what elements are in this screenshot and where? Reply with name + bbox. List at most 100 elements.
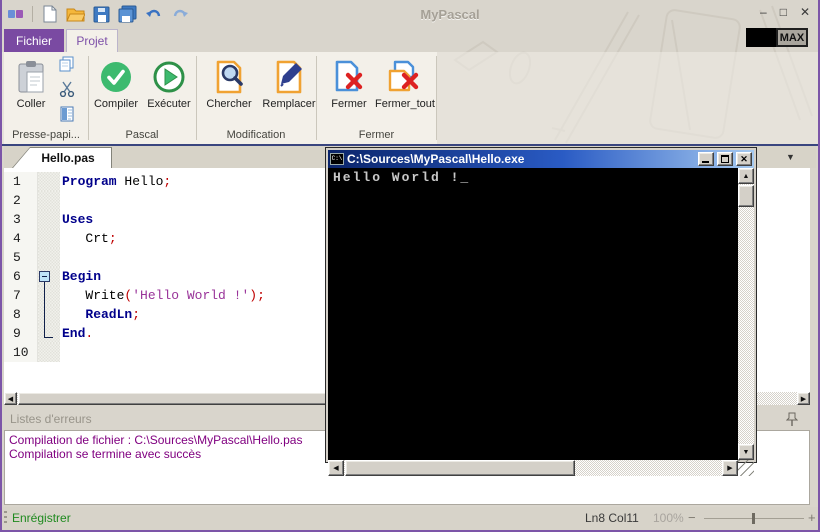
scroll-left-arrow[interactable]: ◀ (328, 460, 344, 476)
code-text: Program Hello; (60, 172, 171, 191)
group-separator (436, 56, 437, 140)
tab-projet[interactable]: Projet (66, 29, 118, 52)
code-text: Begin (60, 267, 101, 286)
console-close-button[interactable]: ✕ (736, 152, 752, 166)
console-maximize-button[interactable] (717, 152, 733, 166)
fermer-button[interactable]: Fermer (324, 56, 374, 124)
console-title: C:\Sources\MyPascal\Hello.exe (347, 152, 695, 166)
line-number: 6 (4, 267, 38, 286)
button-label: Remplacer (262, 98, 315, 110)
console-hscrollbar[interactable]: ◀ ▶ (328, 460, 738, 476)
title-bar: MyPascal – □ ✕ (0, 0, 820, 28)
fold-margin (38, 324, 60, 343)
statusbar-grip (4, 511, 7, 525)
line-number: 7 (4, 286, 38, 305)
scroll-right-arrow[interactable]: ▶ (797, 392, 810, 405)
tab-hello-pas[interactable]: Hello.pas (12, 147, 112, 168)
compiler-button[interactable]: Compiler (90, 56, 142, 124)
zoom-out-button[interactable]: − (688, 510, 696, 525)
fold-guide-line (44, 282, 45, 337)
max-toggle-button[interactable]: MAX (776, 28, 808, 47)
code-text: End. (60, 324, 93, 343)
mypascal-window: MyPascal – □ ✕ MAX Fichier Projet (0, 0, 820, 532)
group-label-pascal: Pascal (88, 129, 196, 141)
scroll-thumb[interactable] (345, 460, 575, 476)
console-title-bar[interactable]: C:\ C:\Sources\MyPascal\Hello.exe ✕ (328, 150, 754, 168)
fold-margin (38, 343, 60, 362)
line-number: 3 (4, 210, 38, 229)
coller-button[interactable]: Coller (8, 56, 54, 124)
fold-margin (38, 229, 60, 248)
button-label: Coller (17, 98, 46, 110)
console-output[interactable]: Hello World !_ (328, 168, 738, 460)
cmd-icon: C:\ (330, 153, 344, 165)
button-label: Fermer_tout (375, 98, 435, 110)
button-label: Compiler (94, 98, 138, 110)
button-label: Exécuter (147, 98, 190, 110)
cursor-position: Ln8 Col11 (585, 511, 639, 525)
app-logo-icon (8, 8, 24, 20)
group-separator (88, 56, 89, 140)
line-number: 1 (4, 172, 38, 191)
fold-margin (38, 172, 60, 191)
redo-icon[interactable] (171, 6, 189, 22)
close-all-docs-icon (386, 56, 424, 98)
toolbar-separator (32, 6, 33, 22)
window-controls: – □ ✕ (760, 5, 810, 19)
code-text (60, 248, 62, 267)
save-all-icon[interactable] (118, 5, 137, 23)
console-window[interactable]: C:\ C:\Sources\MyPascal\Hello.exe ✕ Hell… (325, 147, 757, 463)
scroll-left-arrow[interactable]: ◀ (4, 392, 17, 405)
open-folder-icon[interactable] (66, 5, 85, 23)
console-vscrollbar[interactable]: ▲ ▼ (738, 168, 754, 460)
button-label: Chercher (206, 98, 251, 110)
close-doc-icon (331, 56, 367, 98)
zoom-slider-thumb[interactable] (752, 513, 755, 524)
cut-scissors-icon[interactable] (59, 81, 75, 97)
fold-collapse-icon[interactable] (39, 271, 50, 282)
scroll-thumb[interactable] (738, 185, 754, 207)
quick-access-toolbar (8, 5, 189, 23)
undo-icon[interactable] (145, 6, 163, 22)
copy-icon[interactable] (59, 56, 75, 72)
scroll-down-arrow[interactable]: ▼ (738, 444, 754, 460)
clipboard-small-buttons (56, 56, 78, 122)
code-text (60, 191, 62, 210)
resize-grip[interactable] (738, 460, 754, 476)
fold-margin (38, 191, 60, 210)
executer-button[interactable]: Exécuter (142, 56, 196, 124)
console-minimize-button[interactable] (698, 152, 714, 166)
close-button[interactable]: ✕ (800, 5, 810, 19)
scroll-right-arrow[interactable]: ▶ (722, 460, 738, 476)
group-label-fermer: Fermer (316, 129, 437, 141)
paste-clipboard-icon (16, 56, 46, 98)
window-border-left (0, 0, 2, 532)
fold-margin (38, 305, 60, 324)
zoom-in-button[interactable]: + (808, 510, 816, 525)
fold-margin (38, 210, 60, 229)
new-file-icon[interactable] (41, 5, 58, 23)
skin-preview-swatch[interactable] (746, 28, 776, 47)
fermer-tout-button[interactable]: Fermer_tout (374, 56, 436, 124)
paste-special-doc-icon[interactable] (60, 106, 74, 122)
maximize-button[interactable]: □ (780, 5, 787, 19)
tab-list-dropdown-icon[interactable]: ▼ (786, 152, 795, 162)
line-number: 10 (4, 343, 38, 362)
window-title: MyPascal (360, 7, 540, 22)
line-number: 5 (4, 248, 38, 267)
chercher-button[interactable]: Chercher (200, 56, 258, 124)
line-number: 2 (4, 191, 38, 210)
scroll-up-arrow[interactable]: ▲ (738, 168, 754, 184)
pin-icon[interactable] (786, 412, 798, 427)
code-text: Write('Hello World !'); (60, 286, 265, 305)
tab-label: Hello.pas (13, 148, 111, 168)
minimize-button[interactable]: – (760, 5, 767, 19)
compile-check-icon (99, 56, 133, 98)
button-label: Fermer (331, 98, 366, 110)
save-icon[interactable] (93, 6, 110, 23)
tab-fichier[interactable]: Fichier (4, 29, 64, 52)
fold-guide-end (44, 337, 53, 338)
fold-margin (38, 286, 60, 305)
remplacer-button[interactable]: Remplacer (258, 56, 320, 124)
zoom-value: 100% (653, 511, 684, 525)
